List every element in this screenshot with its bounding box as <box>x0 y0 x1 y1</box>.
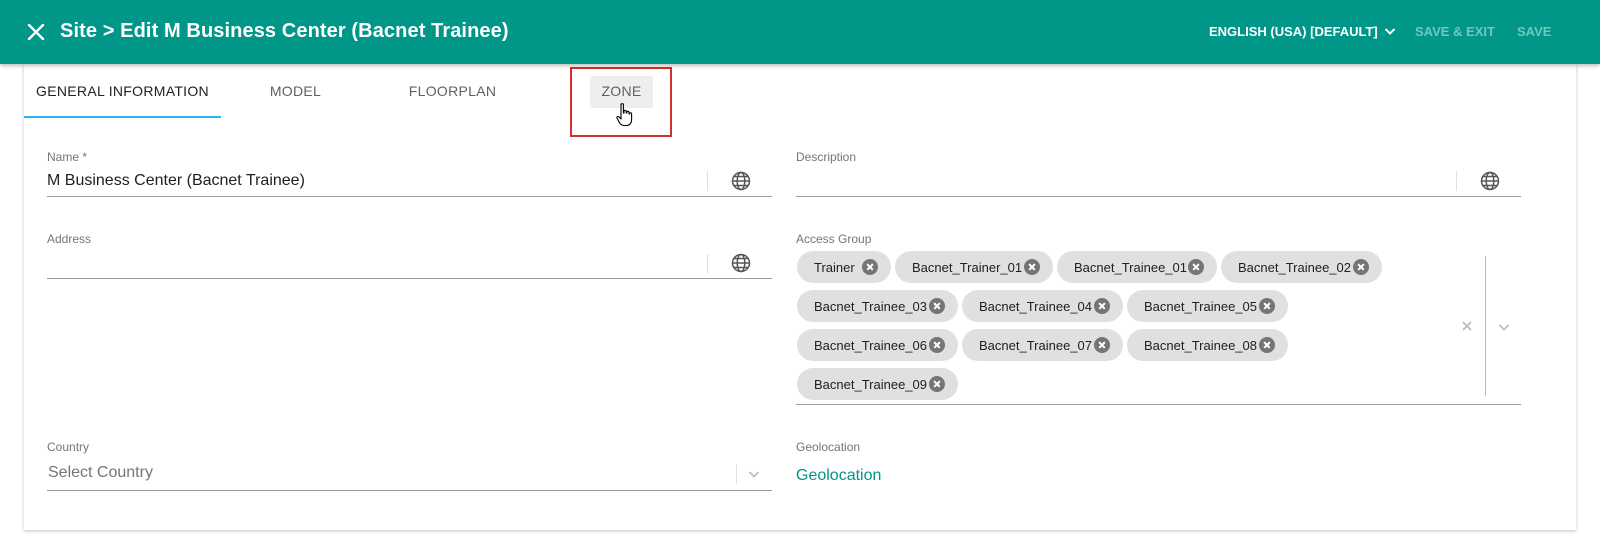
access-group-chip: Trainer <box>797 251 891 283</box>
tab-floorplan[interactable]: FLOORPLAN <box>394 64 511 118</box>
chevron-down-icon[interactable] <box>746 466 762 482</box>
globe-icon[interactable] <box>730 170 752 192</box>
description-input[interactable] <box>796 172 1446 192</box>
name-input[interactable]: M Business Center (Bacnet Trainee) <box>47 172 305 190</box>
tab-general-information[interactable]: GENERAL INFORMATION <box>24 64 221 118</box>
access-group-chip: Bacnet_Trainer_01 <box>895 251 1053 283</box>
access-group-underline <box>796 404 1521 405</box>
address-input[interactable] <box>47 254 697 274</box>
country-select[interactable]: Select Country <box>48 464 153 482</box>
tab-model[interactable]: MODEL <box>244 64 347 118</box>
divider <box>1456 171 1457 191</box>
access-group-chip: Bacnet_Trainee_02 <box>1221 251 1382 283</box>
remove-chip-icon[interactable] <box>1353 259 1369 275</box>
remove-chip-icon[interactable] <box>929 376 945 392</box>
hand-cursor-icon <box>616 102 634 133</box>
access-group-chip: Bacnet_Trainee_04 <box>962 290 1123 322</box>
remove-chip-icon[interactable] <box>1188 259 1204 275</box>
chevron-down-icon <box>1384 28 1395 35</box>
access-group-chip: Bacnet_Trainee_06 <box>797 329 958 361</box>
form-card: GENERAL INFORMATION MODEL FLOORPLAN ZONE… <box>24 64 1576 530</box>
active-tab-indicator <box>24 116 221 118</box>
language-label: ENGLISH (USA) [DEFAULT] <box>1209 23 1378 39</box>
address-underline <box>47 278 772 279</box>
save-and-exit-button[interactable]: SAVE & EXIT <box>1415 24 1495 39</box>
access-group-label: Access Group <box>796 232 872 246</box>
remove-chip-icon[interactable] <box>1259 337 1275 353</box>
globe-icon[interactable] <box>730 252 752 274</box>
remove-chip-icon[interactable] <box>1259 298 1275 314</box>
page-title: Site > Edit M Business Center (Bacnet Tr… <box>60 20 509 42</box>
access-group-chip: Bacnet_Trainee_01 <box>1057 251 1217 283</box>
chevron-down-icon[interactable] <box>1496 319 1512 335</box>
app-header: Site > Edit M Business Center (Bacnet Tr… <box>0 0 1600 64</box>
address-label: Address <box>47 232 92 246</box>
country-label: Country <box>47 440 90 454</box>
name-underline <box>47 196 772 197</box>
access-group-chip: Bacnet_Trainee_05 <box>1127 290 1288 322</box>
country-underline <box>47 490 772 491</box>
divider <box>736 464 737 484</box>
clear-all-icon[interactable] <box>1460 319 1474 333</box>
geolocation-label: Geolocation <box>796 440 861 454</box>
description-underline <box>796 196 1521 197</box>
remove-chip-icon[interactable] <box>929 337 945 353</box>
description-label: Description <box>796 150 857 164</box>
close-icon[interactable] <box>24 20 48 44</box>
geolocation-link[interactable]: Geolocation <box>796 467 881 485</box>
access-group-chip: Bacnet_Trainee_07 <box>962 329 1123 361</box>
remove-chip-icon[interactable] <box>1094 298 1110 314</box>
access-group-chip: Bacnet_Trainee_09 <box>797 368 958 400</box>
remove-chip-icon[interactable] <box>862 259 878 275</box>
language-select[interactable]: ENGLISH (USA) [DEFAULT] <box>1209 23 1398 39</box>
name-label: Name * <box>47 150 88 164</box>
access-group-chip: Bacnet_Trainee_08 <box>1127 329 1288 361</box>
globe-icon[interactable] <box>1479 170 1501 192</box>
divider <box>707 254 708 274</box>
remove-chip-icon[interactable] <box>1024 259 1040 275</box>
remove-chip-icon[interactable] <box>929 298 945 314</box>
divider <box>707 171 708 191</box>
save-button[interactable]: SAVE <box>1517 24 1551 39</box>
remove-chip-icon[interactable] <box>1094 337 1110 353</box>
access-group-chip: Bacnet_Trainee_03 <box>797 290 958 322</box>
divider <box>1485 256 1486 396</box>
